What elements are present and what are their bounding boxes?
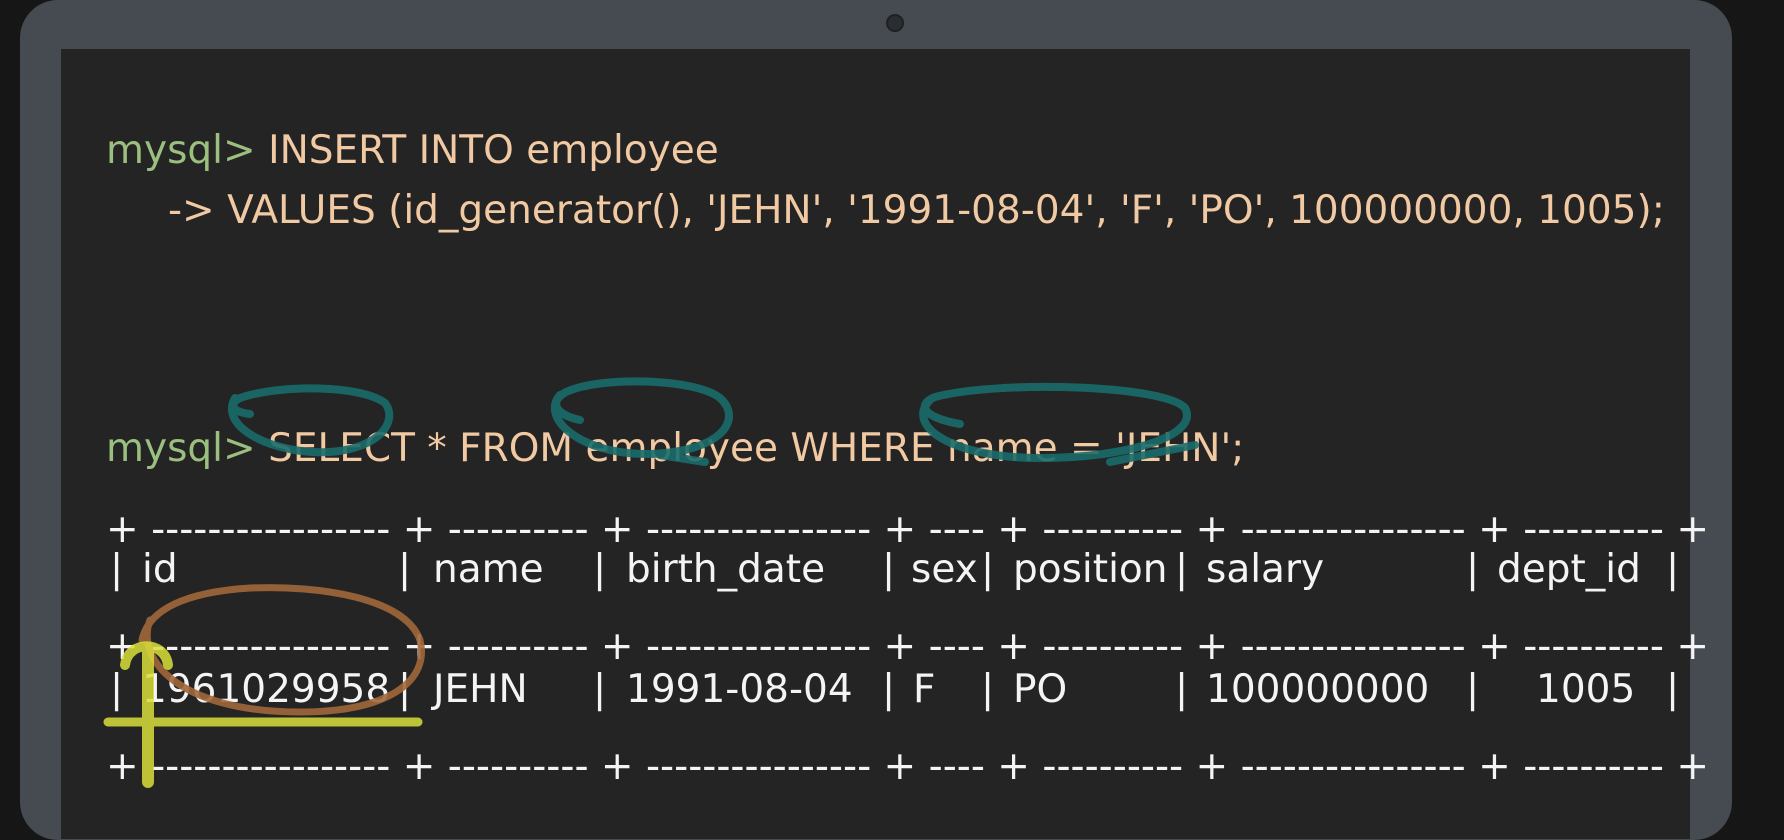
insert-continuation-line: -> VALUES (id_generator(), 'JEHN', '1991… (106, 188, 1665, 233)
column-separator: | (882, 667, 896, 712)
table-border-top: + ----------------- + ---------- + -----… (106, 507, 1710, 552)
cell-dept-id: 1005 (1536, 667, 1636, 712)
column-separator: | (110, 547, 124, 592)
column-separator: | (1666, 667, 1680, 712)
column-header-dept-id: dept_id (1497, 547, 1641, 592)
column-separator: | (882, 547, 896, 592)
column-separator: | (398, 667, 412, 712)
column-separator: | (981, 667, 995, 712)
column-header-name: name (433, 547, 544, 592)
column-separator: | (110, 667, 124, 712)
insert-statement: INSERT INTO employee (255, 128, 719, 173)
column-header-id: id (142, 547, 178, 592)
cell-id: 1961029958 (142, 667, 391, 712)
column-header-salary: salary (1206, 547, 1325, 592)
cell-sex: F (913, 667, 936, 712)
column-header-birth-date: birth_date (626, 547, 826, 592)
column-separator: | (1666, 547, 1680, 592)
insert-command-line: mysql> INSERT INTO employee (106, 129, 719, 173)
cell-position: PO (1013, 667, 1068, 712)
select-statement: SELECT * FROM employee WHERE name = 'JEH… (255, 426, 1245, 471)
column-separator: | (398, 547, 412, 592)
video-frame: mysql> INSERT INTO employee -> VALUES (i… (0, 0, 1784, 840)
column-header-sex: sex (911, 547, 978, 592)
table-border-bottom: + ----------------- + ---------- + -----… (106, 744, 1710, 789)
webcam-icon (886, 14, 904, 32)
terminal-screen: mysql> INSERT INTO employee -> VALUES (i… (61, 49, 1709, 839)
column-separator: | (593, 547, 607, 592)
cell-name: JEHN (433, 667, 528, 712)
column-separator: | (1466, 547, 1480, 592)
cell-birth-date: 1991-08-04 (626, 667, 853, 712)
column-separator: | (1175, 547, 1189, 592)
column-separator: | (981, 547, 995, 592)
mysql-prompt: mysql> (106, 426, 256, 471)
cell-salary: 100000000 (1206, 667, 1430, 712)
column-separator: | (1175, 667, 1189, 712)
column-header-position: position (1013, 547, 1168, 592)
select-command-line: mysql> SELECT * FROM employee WHERE name… (106, 427, 1244, 471)
column-separator: | (1466, 667, 1480, 712)
mysql-prompt: mysql> (106, 128, 256, 173)
column-separator: | (593, 667, 607, 712)
table-border-middle: + ----------------- + ---------- + -----… (106, 624, 1710, 669)
